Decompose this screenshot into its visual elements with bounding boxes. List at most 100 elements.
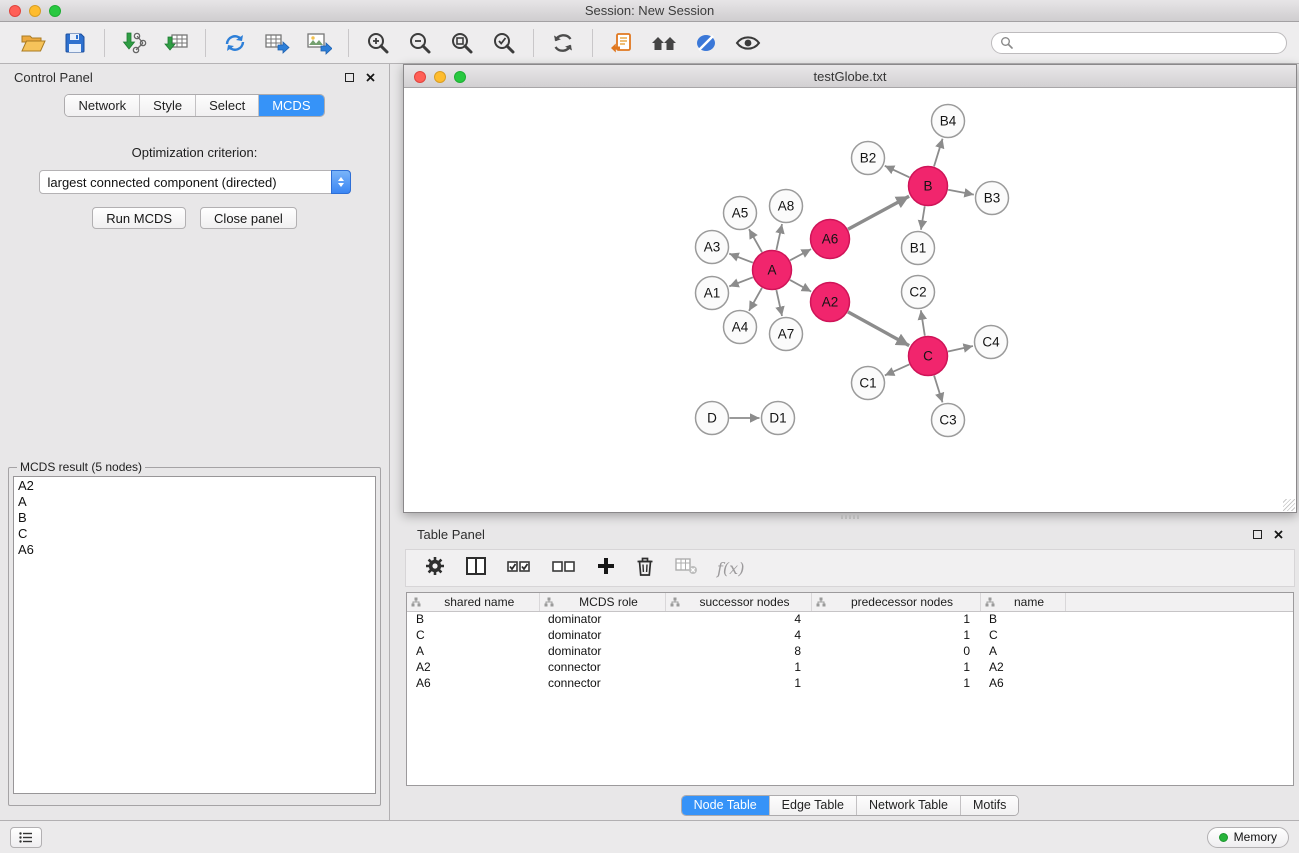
delete-row-button[interactable] [635,555,655,582]
zoom-network-window-button[interactable] [454,71,466,83]
close-panel-icon[interactable] [366,70,375,85]
graph-node-A5[interactable]: A5 [724,197,757,230]
window-resize-grip[interactable] [1283,499,1295,511]
mcds-result-list[interactable]: A2ABCA6 [13,476,376,794]
table-cell[interactable]: dominator [539,643,665,659]
table-cell[interactable]: 1 [811,627,980,643]
edge-B-B3[interactable] [948,190,974,195]
table-cell[interactable]: 1 [811,611,980,627]
table-row[interactable]: Adominator80A [407,643,1293,659]
graph-node-D1[interactable]: D1 [762,402,795,435]
table-row[interactable]: Bdominator41B [407,611,1293,627]
table-cell[interactable]: 1 [811,675,980,691]
edge-C-C4[interactable] [948,346,973,352]
edge-A-A5[interactable] [749,229,762,252]
table-cell[interactable]: dominator [539,611,665,627]
close-panel-button[interactable]: Close panel [200,207,297,229]
zoom-selected-button[interactable] [483,26,525,60]
edge-B-B2[interactable] [885,166,910,178]
mcds-result-item[interactable]: B [18,510,371,526]
table-cell[interactable]: A6 [407,675,539,691]
graph-node-B4[interactable]: B4 [932,105,965,138]
graph-node-A[interactable]: A [753,251,792,290]
table-cell[interactable]: C [980,627,1065,643]
table-cell[interactable]: 4 [665,611,811,627]
tab-network-table[interactable]: Network Table [856,796,960,815]
deselect-all-rows-button[interactable] [551,556,577,581]
toolbar-search[interactable] [991,32,1287,54]
graph-node-B2[interactable]: B2 [852,142,885,175]
close-window-button[interactable] [9,5,21,17]
graph-node-C4[interactable]: C4 [975,326,1008,359]
memory-button[interactable]: Memory [1207,827,1289,848]
graph-node-C1[interactable]: C1 [852,367,885,400]
table-cell[interactable]: 8 [665,643,811,659]
import-network-button[interactable] [113,26,155,60]
edge-A-A4[interactable] [749,288,762,311]
edge-B-B1[interactable] [921,206,925,229]
float-panel-icon[interactable] [345,70,354,85]
mcds-result-item[interactable]: A2 [18,478,371,494]
table-cell[interactable]: A [980,643,1065,659]
edge-A-A7[interactable] [776,290,782,316]
zoom-in-button[interactable] [357,26,399,60]
graph-node-A8[interactable]: A8 [770,190,803,223]
column-header-name[interactable]: name [980,593,1065,611]
edge-A-A1[interactable] [729,277,753,286]
table-cell[interactable]: A6 [980,675,1065,691]
save-session-button[interactable] [54,26,96,60]
graphics-details-button[interactable] [685,26,727,60]
add-row-button[interactable] [596,556,616,581]
show-columns-button[interactable] [465,556,487,581]
close-network-window-button[interactable] [414,71,426,83]
mcds-result-item[interactable]: C [18,526,371,542]
tab-style[interactable]: Style [139,95,195,116]
zoom-window-button[interactable] [49,5,61,17]
graph-node-A2[interactable]: A2 [811,283,850,322]
open-session-button[interactable] [12,26,54,60]
graph-node-A7[interactable]: A7 [770,318,803,351]
table-cell[interactable]: A [407,643,539,659]
close-table-panel-icon[interactable] [1274,527,1283,542]
table-cell[interactable]: 1 [665,675,811,691]
float-table-panel-icon[interactable] [1253,527,1262,542]
import-table-button[interactable] [155,26,197,60]
tab-edge-table[interactable]: Edge Table [769,796,856,815]
table-cell[interactable]: dominator [539,627,665,643]
table-cell[interactable]: A2 [407,659,539,675]
graph-node-C[interactable]: C [909,337,948,376]
graph-node-A1[interactable]: A1 [696,277,729,310]
graph-node-A3[interactable]: A3 [696,231,729,264]
tab-motifs[interactable]: Motifs [960,796,1018,815]
tab-network[interactable]: Network [65,95,139,116]
table-settings-button[interactable] [424,555,446,582]
graph-node-B1[interactable]: B1 [902,232,935,265]
edge-A-A3[interactable] [729,254,753,263]
edge-A6-B[interactable] [848,196,909,229]
column-header-MCDS-role[interactable]: MCDS role [539,593,665,611]
tab-node-table[interactable]: Node Table [682,796,769,815]
table-cell[interactable]: C [407,627,539,643]
column-header-predecessor-nodes[interactable]: predecessor nodes [811,593,980,611]
minimize-window-button[interactable] [29,5,41,17]
search-input[interactable] [1018,36,1278,50]
edge-B-B4[interactable] [934,139,943,167]
graph-node-D[interactable]: D [696,402,729,435]
tab-mcds[interactable]: MCDS [258,95,323,116]
table-cell[interactable]: 1 [811,659,980,675]
edge-A-A8[interactable] [776,224,782,250]
table-cell[interactable]: connector [539,675,665,691]
table-cell[interactable]: 4 [665,627,811,643]
table-row[interactable]: A2connector11A2 [407,659,1293,675]
run-mcds-button[interactable]: Run MCDS [92,207,186,229]
column-header-shared-name[interactable]: shared name [407,593,539,611]
graph-node-A6[interactable]: A6 [811,220,850,259]
column-header-successor-nodes[interactable]: successor nodes [665,593,811,611]
table-row[interactable]: Cdominator41C [407,627,1293,643]
first-neighbors-button[interactable] [643,26,685,60]
select-all-rows-button[interactable] [506,556,532,581]
table-cell[interactable]: 0 [811,643,980,659]
export-table-button[interactable] [256,26,298,60]
table-cell[interactable]: connector [539,659,665,675]
table-cell[interactable]: B [407,611,539,627]
